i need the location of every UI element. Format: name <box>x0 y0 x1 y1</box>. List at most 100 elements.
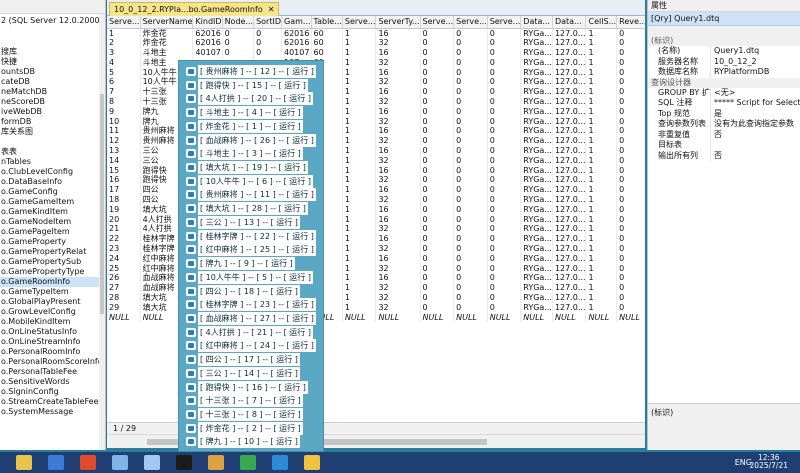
table-cell[interactable]: 1 <box>342 293 377 303</box>
table-cell[interactable]: 0 <box>420 283 455 294</box>
property-row[interactable]: Top 规范 是 <box>648 108 800 119</box>
property-row[interactable]: (名称) Query1.dtq <box>648 46 800 57</box>
table-cell[interactable]: 0 <box>616 263 645 274</box>
table-cell[interactable]: RYGa... <box>520 28 553 39</box>
popup-list-item[interactable]: [ 红中麻将 ] -- [ 24 ] -- [ 运行 ] <box>186 339 316 353</box>
table-cell[interactable]: 0 <box>616 175 645 186</box>
table-cell[interactable]: 1 <box>342 253 377 264</box>
table-cell[interactable]: 0 <box>420 165 455 176</box>
property-value[interactable]: <无> <box>710 87 800 98</box>
property-value[interactable]: 否 <box>710 129 800 140</box>
table-cell[interactable]: 62016 <box>281 38 312 49</box>
table-cell[interactable]: 1 <box>585 263 618 274</box>
column-header[interactable]: Data... <box>520 16 553 29</box>
table-cell[interactable]: 0 <box>453 214 488 225</box>
popup-list-item[interactable]: [ 桂林字牌 ] -- [ 22 ] -- [ 运行 ] <box>186 229 316 243</box>
table-cell[interactable]: 0 <box>616 28 645 39</box>
table-cell[interactable]: 0 <box>420 77 455 88</box>
table-cell[interactable]: 16 <box>375 48 421 58</box>
tree-item[interactable]: neMatchDB <box>0 87 100 97</box>
property-value[interactable]: 没有为此查询指定参数 <box>710 119 800 130</box>
table-cell[interactable]: RYGa... <box>520 234 553 245</box>
property-value[interactable] <box>710 140 800 151</box>
table-cell[interactable]: 1 <box>342 126 377 137</box>
table-cell[interactable]: 0 <box>487 155 522 166</box>
table-cell[interactable]: 0 <box>487 234 522 245</box>
table-cell[interactable]: 0 <box>616 67 645 78</box>
table-cell[interactable]: 0 <box>453 136 488 147</box>
popup-list-item[interactable]: [ 四公 ] -- [ 17 ] -- [ 运行 ] <box>186 353 300 367</box>
table-cell[interactable]: 1 <box>585 175 618 186</box>
explorer-scrollbar[interactable] <box>99 14 105 450</box>
table-cell[interactable]: 16 <box>375 146 421 156</box>
table-cell[interactable]: RYGa... <box>520 155 553 166</box>
property-value[interactable]: Query1.dtq <box>710 46 800 57</box>
column-header[interactable]: Data... <box>552 16 587 29</box>
table-row[interactable]: 1 炸金花 62016 0 0 62016 60 1 16 0 0 0 RYGa... 127.0... 1… <box>107 28 645 39</box>
table-cell[interactable]: 0 <box>420 106 455 117</box>
property-value[interactable]: 是 <box>710 108 800 119</box>
column-header[interactable]: Serve... <box>487 16 522 29</box>
popup-list-item[interactable]: [ 牌九 ] -- [ 10 ] -- [ 运行 ] <box>186 435 300 449</box>
table-cell[interactable]: 32 <box>375 57 421 68</box>
table-cell[interactable]: 0 <box>453 283 488 294</box>
table-cell[interactable]: 0 <box>487 244 522 254</box>
table-cell[interactable]: 1 <box>342 97 377 107</box>
table-cell[interactable]: 1 <box>585 185 618 196</box>
table-cell[interactable]: 12 <box>107 136 141 147</box>
property-value[interactable]: 否 <box>710 150 800 161</box>
property-row[interactable]: 数据库名称 RYPlatformDB <box>648 67 800 78</box>
table-cell[interactable]: 62016 <box>192 28 223 39</box>
popup-list-item[interactable]: [ 三公 ] -- [ 14 ] -- [ 运行 ] <box>186 366 300 380</box>
table-cell[interactable]: 0 <box>453 253 488 264</box>
tree-item[interactable]: o.ClubLevelConfig <box>0 167 100 177</box>
table-cell[interactable]: 0 <box>420 204 455 215</box>
table-cell[interactable]: 0 <box>453 273 488 284</box>
popup-list-item[interactable]: [ 血战麻将 ] -- [ 26 ] -- [ 运行 ] <box>186 133 316 147</box>
table-cell[interactable]: 0 <box>616 116 645 127</box>
tree-item[interactable]: o.GlobalPlayPresent <box>0 297 100 307</box>
table-cell[interactable]: 0 <box>453 224 488 235</box>
table-cell[interactable]: 127.0... <box>552 283 587 294</box>
table-cell[interactable]: RYGa... <box>520 116 553 127</box>
table-cell[interactable]: 0 <box>487 204 522 215</box>
tree-item[interactable]: o.OnLineStatusInfo <box>0 327 100 337</box>
table-cell[interactable]: 0 <box>453 87 488 98</box>
tree-item[interactable]: o.GamePageItem <box>0 227 100 237</box>
table-cell[interactable]: 0 <box>487 48 522 58</box>
table-cell[interactable]: RYGa... <box>520 244 553 254</box>
table-cell[interactable]: 0 <box>420 57 455 68</box>
popup-list-item[interactable]: [ 十三张 ] -- [ 8 ] -- [ 运行 ] <box>186 408 303 421</box>
table-cell[interactable]: 60 <box>311 48 343 58</box>
table-cell[interactable]: 32 <box>375 244 421 254</box>
table-cell[interactable]: 0 <box>616 302 645 313</box>
table-cell[interactable]: 16 <box>375 165 421 176</box>
popup-list-item[interactable]: [ 贵州麻将 ] -- [ 12 ] -- [ 运行 ] <box>186 65 316 78</box>
table-cell[interactable]: 0 <box>616 204 645 215</box>
table-cell[interactable]: 127.0... <box>552 224 587 235</box>
tree-item[interactable]: o.GrowLevelConfig <box>0 307 100 317</box>
property-category[interactable]: (标识) <box>648 36 800 46</box>
tree-item[interactable]: o.DataBaseInfo <box>0 177 100 187</box>
table-cell[interactable]: 1 <box>342 234 377 245</box>
property-row[interactable]: 目标表 <box>648 140 800 151</box>
table-cell[interactable]: 0 <box>453 175 488 186</box>
table-cell[interactable]: RYGa... <box>520 48 553 58</box>
table-cell[interactable]: 0 <box>420 48 455 58</box>
table-cell[interactable]: 1 <box>342 195 377 205</box>
tree-item[interactable]: 库关系图 <box>0 127 100 137</box>
table-cell[interactable]: 27 <box>107 283 141 294</box>
table-cell[interactable]: 40107 <box>192 48 223 58</box>
table-cell[interactable]: 0 <box>487 263 522 274</box>
property-row[interactable]: 查询参数列表 没有为此查询指定参数 <box>648 119 800 130</box>
table-cell[interactable]: 1 <box>585 273 618 284</box>
table-cell[interactable]: 15 <box>107 165 141 176</box>
table-cell[interactable]: 1 <box>585 87 618 98</box>
table-cell[interactable]: NULL <box>107 312 141 323</box>
popup-list-item[interactable]: [ 填大坑 ] -- [ 28 ] -- [ 运行 ] <box>186 202 308 216</box>
table-cell[interactable]: 0 <box>616 293 645 303</box>
table-cell[interactable]: 0 <box>420 175 455 186</box>
table-cell[interactable]: 1 <box>585 165 618 176</box>
tree-item[interactable]: formDB <box>0 117 100 127</box>
game-icon[interactable] <box>304 455 320 470</box>
